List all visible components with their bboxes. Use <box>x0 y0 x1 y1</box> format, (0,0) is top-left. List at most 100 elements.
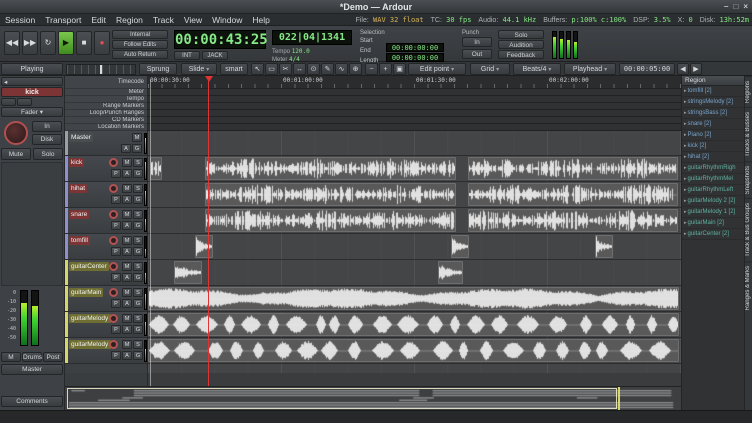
tool-stretch-icon[interactable]: ↔ <box>293 63 306 75</box>
region-list-item-kick-2[interactable]: ▸kick [2] <box>682 141 744 152</box>
snap-mode-dropdown[interactable]: Grid ▾ <box>470 63 510 75</box>
nudge-clock[interactable]: 00:00:05:00 <box>619 63 675 75</box>
menu-transport[interactable]: Transport <box>40 14 86 26</box>
monitor-input-button[interactable]: In <box>32 121 62 132</box>
zoom-fit-button[interactable]: ▣ <box>393 63 406 75</box>
record-button[interactable]: ● <box>94 31 110 55</box>
playlist-button[interactable]: P <box>111 169 121 178</box>
group-button[interactable]: G <box>132 144 142 153</box>
goto-end-button[interactable]: ▶▶ <box>22 31 38 55</box>
record-arm-button[interactable] <box>109 184 118 193</box>
automation-button[interactable]: A <box>122 195 132 204</box>
punch-in-button[interactable]: In <box>462 37 492 47</box>
strip-track-name[interactable]: kick <box>1 87 63 97</box>
tool-grab-icon[interactable]: ↖ <box>251 63 264 75</box>
group-button[interactable]: G <box>133 195 143 204</box>
playlist-button[interactable]: P <box>111 221 121 230</box>
track-row-guitarmelody-1[interactable] <box>148 312 681 338</box>
track-name-button[interactable]: guitarMain <box>69 288 103 297</box>
automation-button[interactable]: A <box>122 299 132 308</box>
track-name-button[interactable]: snare <box>69 210 89 219</box>
mute-button[interactable]: M <box>122 288 132 297</box>
automation-button[interactable]: A <box>122 169 132 178</box>
tool-audition-icon[interactable]: ⊙ <box>307 63 320 75</box>
feedback-button[interactable]: Feedback <box>498 50 544 59</box>
stop-button[interactable]: ■ <box>76 31 92 55</box>
monitor-disk-button[interactable]: Disk <box>32 134 62 145</box>
strip-post-button[interactable]: Post <box>43 352 63 362</box>
window-control-maximize-icon[interactable]: □ <box>733 2 738 11</box>
audio-region[interactable] <box>205 157 456 180</box>
track-header-hihat[interactable]: hihatMSPAG <box>65 182 147 208</box>
track-header-guitarcenter[interactable]: guitarCenterMSPAG <box>65 260 147 286</box>
nudge-back-button[interactable]: ◀ <box>677 63 689 75</box>
record-enable-knob[interactable] <box>4 121 28 145</box>
strip-io-button-1[interactable] <box>1 98 16 106</box>
sync-internal-button[interactable]: INT <box>174 51 200 60</box>
menu-help[interactable]: Help <box>247 14 274 26</box>
region-list-item-guitarmelody-1-2[interactable]: ▸guitarMelody 1 [2] <box>682 207 744 218</box>
record-arm-button[interactable] <box>109 288 118 297</box>
menu-edit[interactable]: Edit <box>86 14 111 26</box>
audio-region[interactable] <box>148 287 679 310</box>
audio-region[interactable] <box>468 157 678 180</box>
audio-region[interactable] <box>595 235 613 258</box>
mute-button[interactable]: M <box>122 262 132 271</box>
window-control-minimize-icon[interactable]: – <box>724 2 728 11</box>
region-list-item-stringsbass-2[interactable]: ▸stringsBass [2] <box>682 108 744 119</box>
strip-drums-button[interactable]: Drums <box>22 352 42 362</box>
solo-button[interactable]: S <box>133 262 143 271</box>
automation-button[interactable]: A <box>122 247 132 256</box>
zoom-out-button[interactable]: − <box>365 63 378 75</box>
audio-region[interactable] <box>468 183 678 206</box>
playlist-button[interactable]: P <box>111 195 121 204</box>
track-name-button[interactable]: tomfill <box>69 236 90 245</box>
track-row-snare[interactable] <box>148 208 681 234</box>
region-list-item-stringsmelody-2[interactable]: ▸stringsMelody [2] <box>682 97 744 108</box>
zoom-in-button[interactable]: + <box>379 63 392 75</box>
playlist-button[interactable]: P <box>111 273 121 282</box>
punch-out-button[interactable]: Out <box>462 49 492 59</box>
track-header-tomfill[interactable]: tomfillMSPAG <box>65 234 147 260</box>
transport-state-button[interactable]: Playing <box>1 63 63 75</box>
group-button[interactable]: G <box>133 247 143 256</box>
solo-button[interactable]: S <box>133 184 143 193</box>
expand-triangle-icon[interactable]: ▸ <box>684 143 687 149</box>
mute-button[interactable]: M <box>122 236 132 245</box>
ruler-cd-markers[interactable] <box>148 117 681 124</box>
session-summary[interactable] <box>65 386 681 410</box>
audio-region[interactable] <box>150 157 162 180</box>
automation-button[interactable]: A <box>121 144 131 153</box>
solo-button[interactable]: S <box>133 236 143 245</box>
play-button[interactable]: ▶ <box>58 31 74 55</box>
comments-button[interactable]: Comments <box>1 396 63 407</box>
tool-cut-icon[interactable]: ✂ <box>279 63 292 75</box>
track-header-guitarmain[interactable]: guitarMainMSPAG <box>65 286 147 312</box>
record-arm-button[interactable] <box>109 210 118 219</box>
menu-region[interactable]: Region <box>111 14 148 26</box>
track-header-master[interactable]: MasterMAG <box>65 131 147 156</box>
goto-start-button[interactable]: ◀◀ <box>4 31 20 55</box>
record-arm-button[interactable] <box>109 262 118 271</box>
expand-triangle-icon[interactable]: ▸ <box>684 99 687 105</box>
solo-button-strip[interactable]: Solo <box>33 148 63 160</box>
menu-view[interactable]: View <box>179 14 207 26</box>
solo-button[interactable]: S <box>133 340 143 349</box>
expand-triangle-icon[interactable]: ▸ <box>684 154 687 160</box>
automation-button[interactable]: A <box>122 351 132 360</box>
audio-region[interactable] <box>205 183 456 206</box>
region-list-item-tomfill-2[interactable]: ▸tomfill [2] <box>682 86 744 97</box>
expand-triangle-icon[interactable]: ▸ <box>684 187 687 193</box>
record-arm-button[interactable] <box>109 340 118 349</box>
ruler-loop-punch-ranges[interactable] <box>148 110 681 117</box>
audition-button[interactable]: Audition <box>498 40 544 49</box>
track-name-button[interactable]: guitarMelody 1 <box>69 314 111 323</box>
track-name-button[interactable]: guitarMelody 2 <box>69 340 111 349</box>
strip-header-button[interactable]: ◂ <box>1 77 63 86</box>
region-list-item-guitarcenter-2[interactable]: ▸guitarCenter [2] <box>682 229 744 240</box>
expand-triangle-icon[interactable]: ▸ <box>684 209 687 215</box>
track-row-guitarmelody-2[interactable] <box>148 338 681 364</box>
auto-return-button[interactable]: Auto Return <box>112 50 168 59</box>
expand-triangle-icon[interactable]: ▸ <box>684 110 687 116</box>
ruler-meter[interactable] <box>148 89 681 96</box>
